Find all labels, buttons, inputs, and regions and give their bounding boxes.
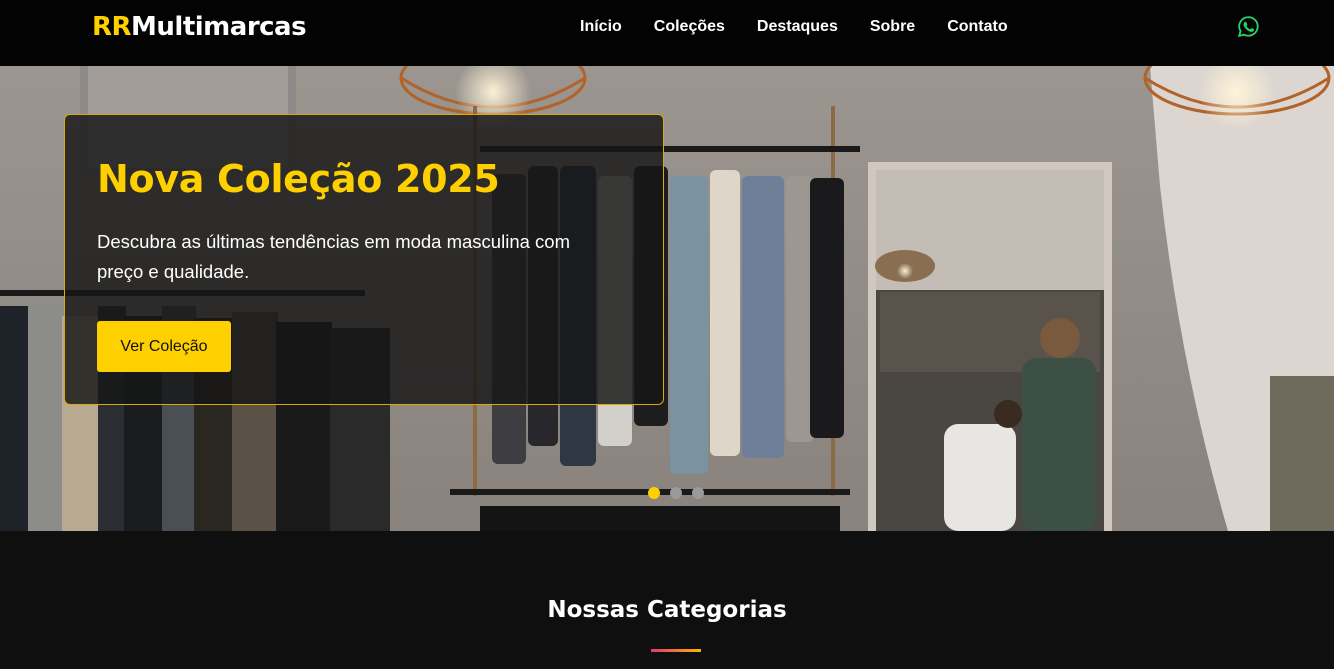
nav-link-destaques[interactable]: Destaques [757,18,838,36]
carousel-dot-1[interactable] [648,487,660,499]
logo-accent: RR [92,12,132,42]
site-header: RRMultimarcas Início Coleções Destaques … [0,0,1334,66]
logo[interactable]: RRMultimarcas [92,10,307,44]
nav-link-sobre[interactable]: Sobre [870,18,915,36]
hero-banner: Nova Coleção 2025 Descubra as últimas te… [0,66,1334,531]
carousel-dots [648,487,704,499]
hero-card: Nova Coleção 2025 Descubra as últimas te… [64,114,664,405]
carousel-dot-3[interactable] [692,487,704,499]
hero-description: Descubra as últimas tendências em moda m… [97,231,570,282]
hero-title: Nova Coleção 2025 [97,157,500,201]
nav-link-inicio[interactable]: Início [580,18,622,36]
carousel-dot-2[interactable] [670,487,682,499]
view-collection-button[interactable]: Ver Coleção [97,321,231,372]
whatsapp-icon[interactable] [1237,15,1260,38]
categories-section: Nossas Categorias [0,531,1334,669]
section-title: Nossas Categorias [547,597,787,623]
nav-link-contato[interactable]: Contato [947,18,1007,36]
main-nav: Início Coleções Destaques Sobre Contato [580,0,1008,54]
title-underline [651,649,701,652]
logo-text: Multimarcas [131,12,307,42]
nav-link-colecoes[interactable]: Coleções [654,18,725,36]
